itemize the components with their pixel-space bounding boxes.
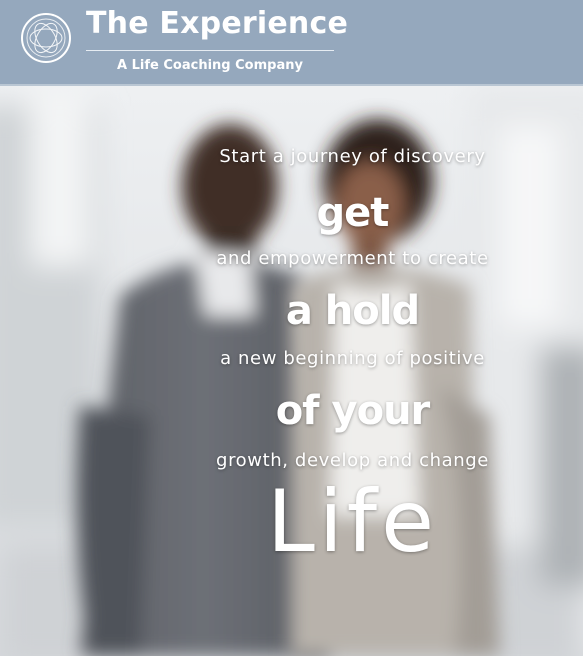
brand-divider: [86, 50, 334, 51]
hero-line-of-your: of your: [275, 388, 431, 434]
hero-headline: Start a journey of discovery get and emp…: [0, 86, 583, 656]
hero-line-1: Start a journey of discovery: [219, 146, 486, 167]
hero-line-life: Life: [267, 472, 438, 572]
hero-line-4: growth, develop and change: [216, 450, 489, 471]
hero-line-a-hold: a hold: [285, 288, 420, 334]
hero-line-get: get: [316, 190, 390, 236]
brand-title[interactable]: The Experience: [86, 6, 348, 41]
circular-knot-logo-icon[interactable]: [20, 12, 72, 64]
hero-line-3: a new beginning of positive: [220, 348, 485, 369]
page: The Experience A Life Coaching Company S…: [0, 0, 583, 656]
site-header: The Experience A Life Coaching Company: [0, 0, 583, 86]
hero-line-2: and empowerment to create: [216, 248, 489, 269]
hero-banner: Start a journey of discovery get and emp…: [0, 86, 583, 656]
brand-tagline: A Life Coaching Company: [117, 58, 303, 73]
